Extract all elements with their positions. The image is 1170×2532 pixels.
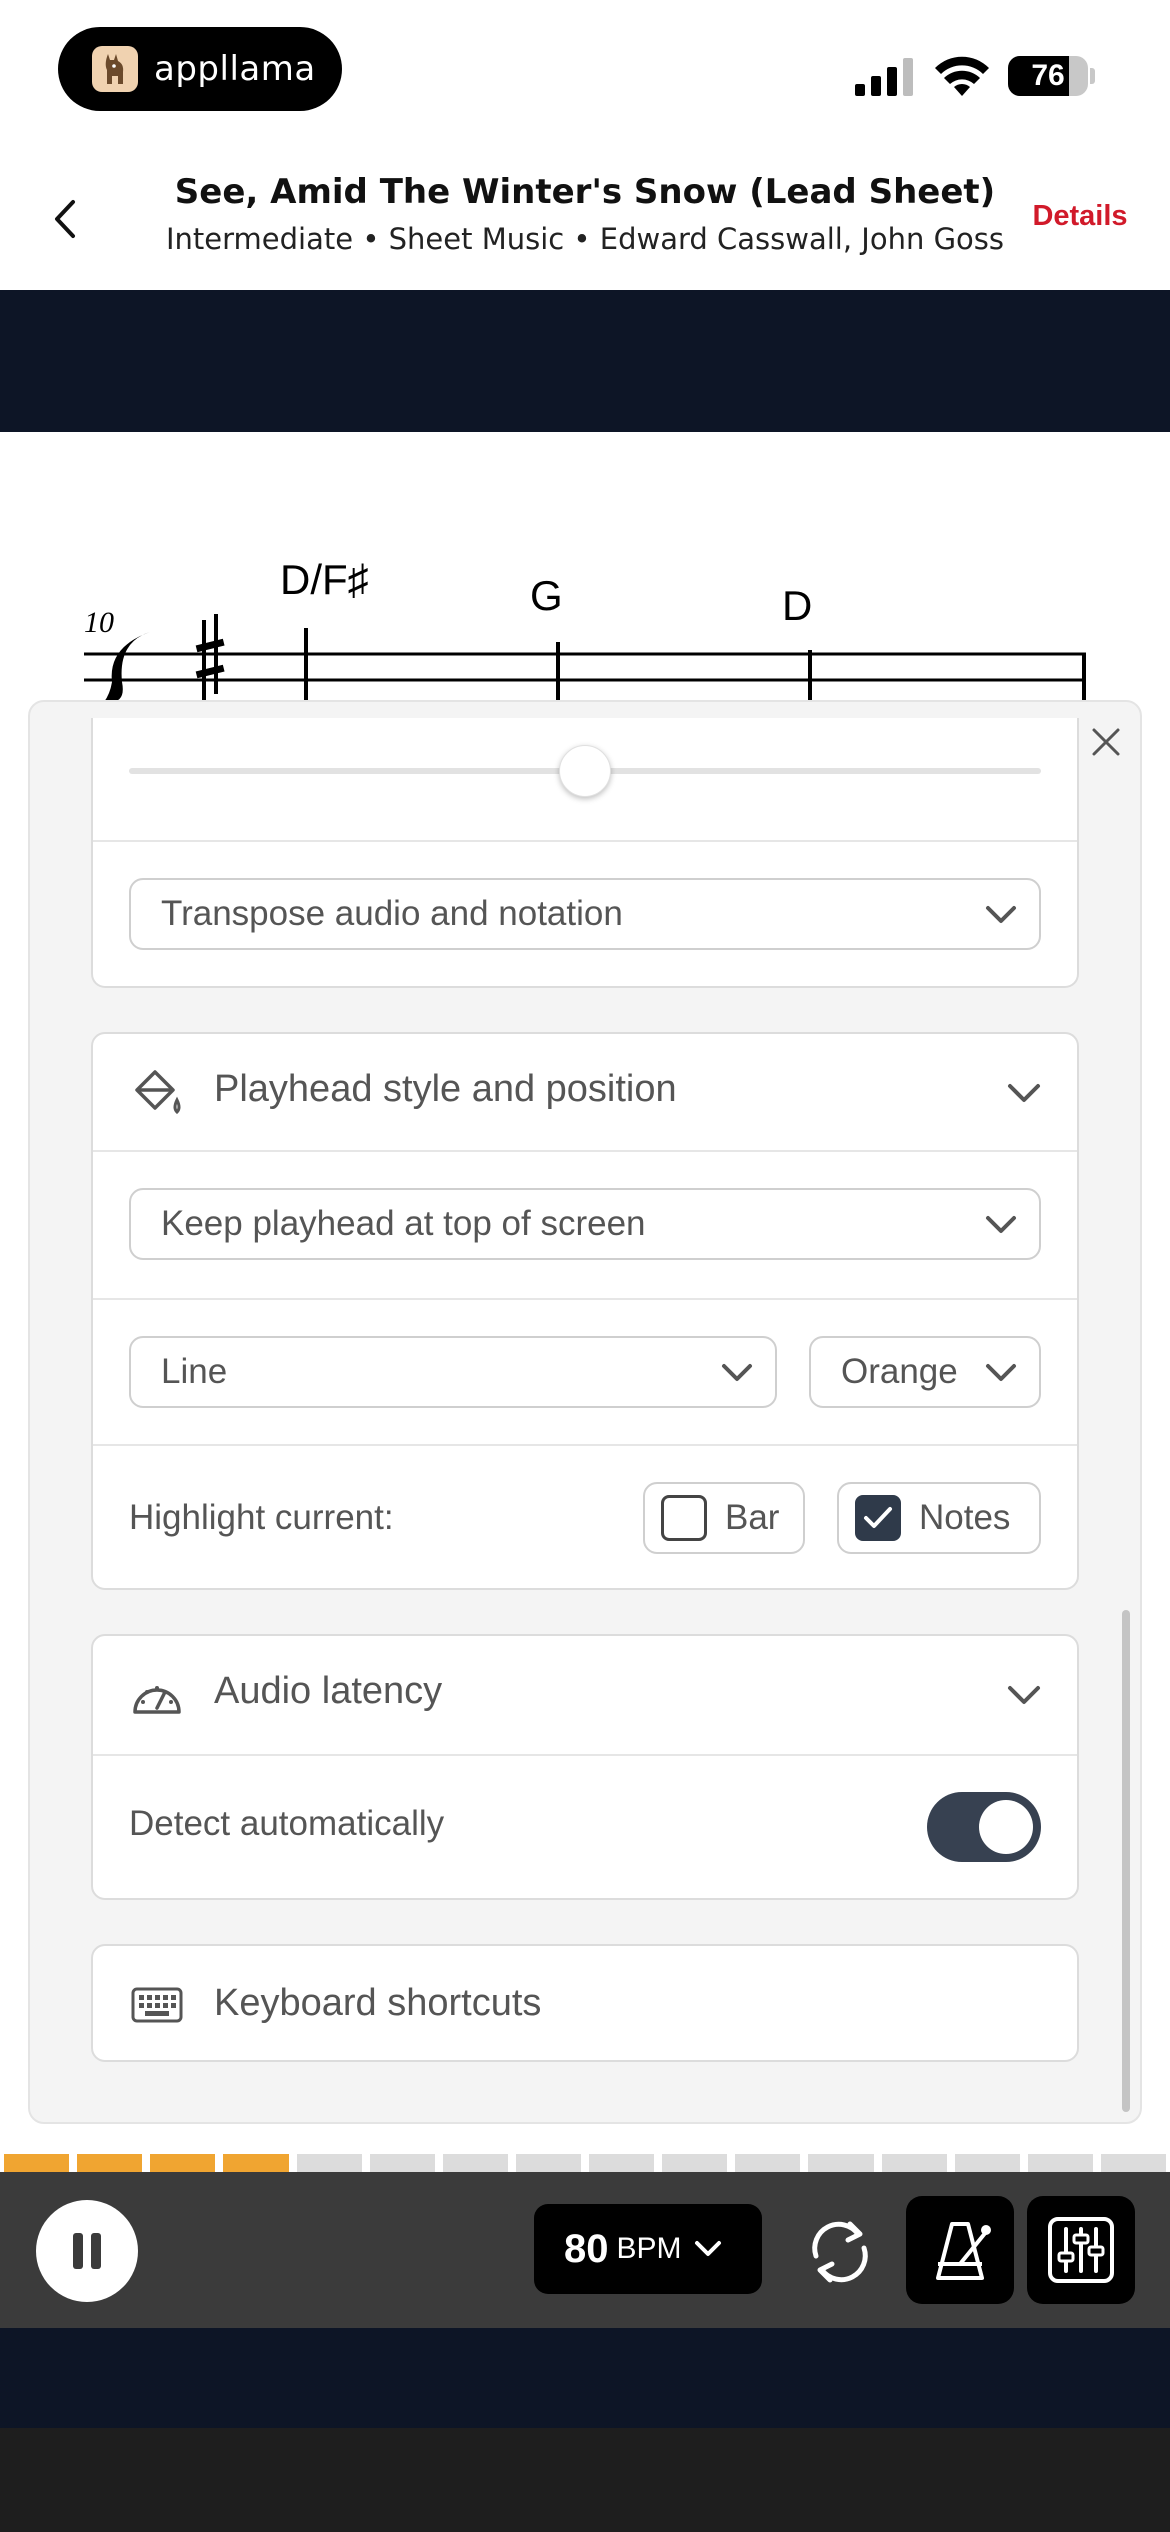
staff-lines [84, 614, 1086, 702]
playhead-position-select[interactable]: Keep playhead at top of screen [129, 1188, 1041, 1260]
song-subtitle: Intermediate • Sheet Music • Edward Cass… [166, 222, 1004, 256]
nav-header: See, Amid The Winter's Snow (Lead Sheet)… [0, 150, 1170, 290]
playhead-card: Playhead style and position Keep playhea… [91, 1032, 1079, 1590]
progress-segment [954, 2154, 1020, 2172]
progress-segment [223, 2154, 289, 2172]
checkbox-checked-icon [855, 1495, 901, 1541]
keyboard-shortcuts-title: Keyboard shortcuts [214, 1982, 542, 2024]
keyboard-shortcuts-header[interactable]: Keyboard shortcuts [93, 1946, 1077, 2060]
progress-segment [515, 2154, 581, 2172]
treble-clef-icon [104, 632, 150, 702]
song-progress-bar[interactable] [0, 2154, 1170, 2172]
keyboard-shortcuts-card[interactable]: Keyboard shortcuts [91, 1944, 1079, 2062]
chevron-down-icon [1008, 1686, 1040, 1704]
highlight-bar-label: Bar [725, 1498, 780, 1537]
audio-latency-card: Audio latency Detect automatically [91, 1634, 1079, 1900]
progress-segment [1100, 2154, 1166, 2172]
audio-latency-header[interactable]: Audio latency [93, 1636, 1077, 1754]
wifi-icon [935, 56, 989, 96]
transpose-mode-value: Transpose audio and notation [161, 894, 623, 933]
progress-segment [735, 2154, 801, 2172]
bottom-band [0, 2328, 1170, 2428]
checkbox-unchecked-icon [661, 1495, 707, 1541]
transpose-mode-row: Transpose audio and notation [93, 840, 1077, 986]
progress-segment [589, 2154, 655, 2172]
loop-icon[interactable] [800, 2212, 880, 2292]
bpm-value: 80 [564, 2226, 609, 2271]
battery-cap [1090, 68, 1095, 84]
progress-segment [808, 2154, 874, 2172]
sharp-icon [195, 614, 225, 700]
progress-segment [4, 2154, 70, 2172]
progress-segment [150, 2154, 216, 2172]
playhead-header[interactable]: Playhead style and position [93, 1034, 1077, 1150]
highlight-notes-label: Notes [919, 1498, 1011, 1537]
mixer-settings-button[interactable] [1027, 2196, 1135, 2304]
playhead-color-select[interactable]: Orange [809, 1336, 1041, 1408]
llama-logo-icon [92, 46, 138, 92]
chevron-down-icon [722, 1364, 752, 1381]
playhead-style-row: Line Orange [93, 1298, 1077, 1444]
close-button[interactable] [1080, 716, 1132, 768]
playhead-style-select[interactable]: Line [129, 1336, 777, 1408]
app-indicator-pill[interactable]: appllama [58, 27, 342, 111]
progress-segment [369, 2154, 435, 2172]
audio-latency-title: Audio latency [214, 1670, 443, 1712]
pause-button[interactable] [36, 2200, 138, 2302]
highlight-label: Highlight current: [129, 1498, 394, 1537]
detect-automatically-label: Detect automatically [129, 1804, 445, 1843]
keyboard-icon [131, 1987, 183, 2023]
pause-icon [73, 2233, 101, 2269]
progress-segment [662, 2154, 728, 2172]
chevron-down-icon [694, 2241, 721, 2256]
progress-segment [296, 2154, 362, 2172]
speedometer-icon [133, 1686, 181, 1714]
song-title: See, Amid The Winter's Snow (Lead Sheet) [174, 172, 996, 212]
playhead-position-row: Keep playhead at top of screen [93, 1150, 1077, 1298]
battery-level: 76 [1031, 59, 1065, 92]
playhead-color-value: Orange [841, 1352, 958, 1391]
transpose-mode-select[interactable]: Transpose audio and notation [129, 878, 1041, 950]
status-bar: appllama 76 [0, 0, 1170, 150]
metronome-button[interactable] [906, 2196, 1014, 2304]
battery-icon: 76 [1008, 56, 1088, 96]
paint-bucket-icon [135, 1070, 181, 1115]
transpose-slider-row [93, 718, 1077, 840]
transpose-card: Transpose audio and notation [91, 718, 1079, 988]
panel-scrollbar[interactable] [1122, 1610, 1130, 2112]
highlight-bar-checkbox[interactable]: Bar [643, 1482, 805, 1554]
toggle-knob [979, 1800, 1033, 1854]
highlight-notes-checkbox[interactable]: Notes [837, 1482, 1041, 1554]
metronome-icon [936, 2222, 991, 2280]
cellular-signal-icon [855, 58, 913, 96]
close-icon [1092, 728, 1120, 756]
progress-segment [77, 2154, 143, 2172]
playhead-position-value: Keep playhead at top of screen [161, 1204, 646, 1243]
progress-segment [881, 2154, 947, 2172]
progress-segment [1027, 2154, 1093, 2172]
transpose-slider-thumb[interactable] [559, 745, 611, 797]
chevron-down-icon [986, 1216, 1016, 1233]
player-controls: 80 BPM [0, 2172, 1170, 2328]
back-button[interactable] [40, 192, 90, 246]
chevron-down-icon [986, 906, 1016, 923]
highlight-row: Highlight current: Bar Notes [93, 1444, 1077, 1588]
bpm-unit: BPM [616, 2232, 682, 2265]
detect-automatically-row: Detect automatically [93, 1754, 1077, 1898]
chevron-down-icon [986, 1364, 1016, 1381]
toolbar-band [0, 290, 1170, 432]
details-link[interactable]: Details [1010, 200, 1150, 233]
sheet-music-score[interactable]: D/F♯ G D 10 [0, 432, 1170, 702]
home-indicator-area [0, 2428, 1170, 2532]
tempo-button[interactable]: 80 BPM [534, 2204, 762, 2294]
app-name: appllama [154, 49, 316, 89]
progress-segment [442, 2154, 508, 2172]
chevron-down-icon [1008, 1084, 1040, 1102]
playhead-section-title: Playhead style and position [214, 1068, 677, 1110]
chevron-left-icon [55, 200, 75, 238]
detect-automatically-toggle[interactable] [927, 1792, 1041, 1862]
playhead-style-value: Line [161, 1352, 228, 1391]
sliders-icon [1048, 2217, 1114, 2283]
